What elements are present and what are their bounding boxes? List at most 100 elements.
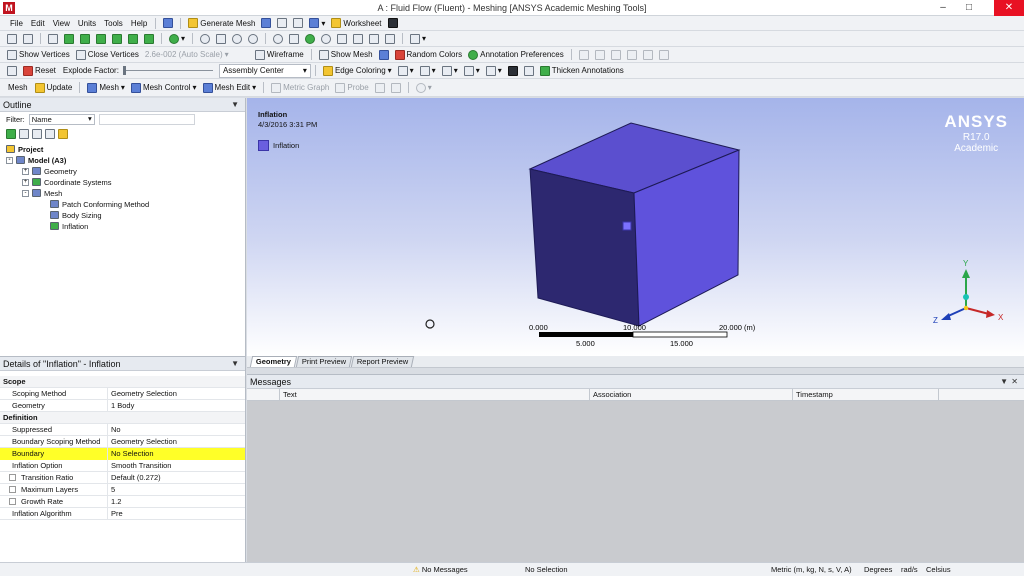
tool-button[interactable] <box>376 48 392 62</box>
minimize-button[interactable]: – <box>932 0 954 16</box>
update-button[interactable]: Update <box>32 81 76 95</box>
mesh-dropdown-button[interactable]: Mesh ▾ <box>84 81 128 95</box>
tree-item-project[interactable]: Project <box>6 144 43 154</box>
tool-button[interactable] <box>624 48 640 62</box>
edge-style-button[interactable]: ▾ <box>439 64 461 78</box>
tree-item-inflation[interactable]: Inflation <box>50 221 88 231</box>
worksheet-button[interactable]: Worksheet <box>328 16 384 30</box>
zoom-fit-button[interactable] <box>270 32 286 46</box>
tool-button[interactable] <box>640 48 656 62</box>
column-text[interactable]: Text <box>280 389 590 400</box>
element-select-button[interactable] <box>141 32 157 46</box>
status-units[interactable]: Metric (m, kg, N, s, V, A) <box>771 565 852 574</box>
isometric-button[interactable] <box>334 32 350 46</box>
tab-report-preview[interactable]: Report Preview <box>351 356 415 367</box>
graphics-viewport[interactable]: Inflation 4/3/2016 3:31 PM Inflation ANS… <box>247 98 1024 356</box>
cube-left-face[interactable] <box>529 168 640 327</box>
filter-select[interactable]: Name <box>28 113 95 125</box>
metric-graph-button[interactable]: Metric Graph <box>268 81 332 95</box>
assembly-center-select[interactable]: Assembly Center ▾ <box>218 63 311 78</box>
tool-button[interactable] <box>258 16 274 30</box>
vertex-select-button[interactable] <box>61 32 77 46</box>
tool-button[interactable] <box>505 64 521 78</box>
details-row[interactable]: Suppressed No <box>0 423 245 436</box>
tool-button[interactable] <box>521 64 537 78</box>
details-row-value[interactable]: Smooth Transition <box>108 460 245 472</box>
parameter-checkbox[interactable] <box>9 474 16 482</box>
status-messages[interactable]: ⚠ No Messages <box>413 565 468 574</box>
details-row[interactable]: Transition Ratio Default (0.272) <box>0 471 245 484</box>
edge-select-button[interactable] <box>77 32 93 46</box>
column-timestamp[interactable]: Timestamp <box>793 389 939 400</box>
select-button[interactable] <box>45 32 61 46</box>
pan-button[interactable] <box>213 32 229 46</box>
edge-style-button[interactable]: ▾ <box>483 64 505 78</box>
tool-button[interactable] <box>372 81 388 95</box>
tool-button[interactable] <box>274 16 290 30</box>
tool-button[interactable] <box>388 81 404 95</box>
details-row-value[interactable]: No <box>108 424 245 436</box>
tool-button[interactable] <box>576 48 592 62</box>
help-cursor-button[interactable] <box>385 16 401 30</box>
wireframe-button[interactable]: Wireframe <box>252 48 307 62</box>
tool-button[interactable] <box>656 48 672 62</box>
details-row[interactable]: Inflation Option Smooth Transition <box>0 459 245 472</box>
menu-edit[interactable]: Edit <box>27 19 49 28</box>
menu-file[interactable]: File <box>6 19 27 28</box>
tool-button[interactable] <box>350 32 366 46</box>
parameter-checkbox[interactable] <box>9 498 16 506</box>
next-view-button[interactable] <box>318 32 334 46</box>
reset-button[interactable]: Reset <box>20 64 59 78</box>
menu-tools[interactable]: Tools <box>100 19 127 28</box>
status-rate[interactable]: rad/s <box>901 565 918 574</box>
rotate-button[interactable] <box>4 32 20 46</box>
probe-button[interactable]: Probe <box>332 81 371 95</box>
tree-nav-icon[interactable] <box>32 129 42 139</box>
details-row-value[interactable]: Geometry Selection <box>108 388 245 400</box>
tree-item-model[interactable]: - Model (A3) <box>6 155 66 165</box>
scale-field[interactable]: 2.6e-002 (Auto Scale) ▾ <box>142 48 252 62</box>
generate-mesh-button[interactable]: Generate Mesh <box>185 16 258 30</box>
expand-all-icon[interactable] <box>6 129 16 139</box>
zoom-button[interactable] <box>229 32 245 46</box>
details-row-value[interactable]: Default (0.272) <box>108 472 245 484</box>
triad-axes[interactable] <box>941 269 995 320</box>
details-row[interactable]: Geometry 1 Body <box>0 399 245 412</box>
node-select-button[interactable] <box>125 32 141 46</box>
edge-style-button[interactable]: ▾ <box>395 64 417 78</box>
tool-button[interactable] <box>4 64 20 78</box>
close-vertices-button[interactable]: Close Vertices <box>73 48 142 62</box>
viewport-layout-button[interactable]: ▾ <box>407 32 429 46</box>
tool-button[interactable] <box>592 48 608 62</box>
details-row-value[interactable]: Pre <box>108 508 245 520</box>
rotate-view-button[interactable] <box>197 32 213 46</box>
close-icon[interactable]: ✕ <box>1011 377 1018 386</box>
expand-icon[interactable] <box>45 129 55 139</box>
details-row-value[interactable]: No Selection <box>108 447 245 460</box>
pin-icon[interactable]: ▼ <box>231 359 239 368</box>
details-row[interactable]: Scoping Method Geometry Selection <box>0 387 245 400</box>
edge-style-button[interactable]: ▾ <box>417 64 439 78</box>
details-row[interactable]: Inflation Algorithm Pre <box>0 507 245 520</box>
tool-button[interactable] <box>20 32 36 46</box>
mesh-control-button[interactable]: Mesh Control ▾ <box>128 81 200 95</box>
collapse-icon[interactable] <box>19 129 29 139</box>
show-mesh-button[interactable]: Show Mesh <box>316 48 376 62</box>
details-row[interactable]: Boundary No Selection <box>0 447 245 460</box>
explode-factor-slider[interactable] <box>122 66 213 75</box>
menu-units[interactable]: Units <box>74 19 100 28</box>
tree-item-mesh[interactable]: - Mesh <box>22 188 62 198</box>
maximize-button[interactable]: □ <box>958 0 980 16</box>
tree-item-coordinate-systems[interactable]: + Coordinate Systems <box>22 177 112 187</box>
column-association[interactable]: Association <box>590 389 793 400</box>
details-row-value[interactable]: 1.2 <box>108 496 245 508</box>
face-select-button[interactable] <box>93 32 109 46</box>
mesh-edit-button[interactable]: Mesh Edit ▾ <box>200 81 260 95</box>
tree-filter-icon[interactable] <box>58 129 68 139</box>
tree-item-body-sizing[interactable]: Body Sizing <box>50 210 102 220</box>
tool-button[interactable]: ▾ <box>306 16 328 30</box>
tool-button[interactable] <box>382 32 398 46</box>
details-row-value[interactable]: 1 Body <box>108 400 245 412</box>
details-row[interactable]: Growth Rate 1.2 <box>0 495 245 508</box>
filter-text-field[interactable] <box>98 113 195 125</box>
